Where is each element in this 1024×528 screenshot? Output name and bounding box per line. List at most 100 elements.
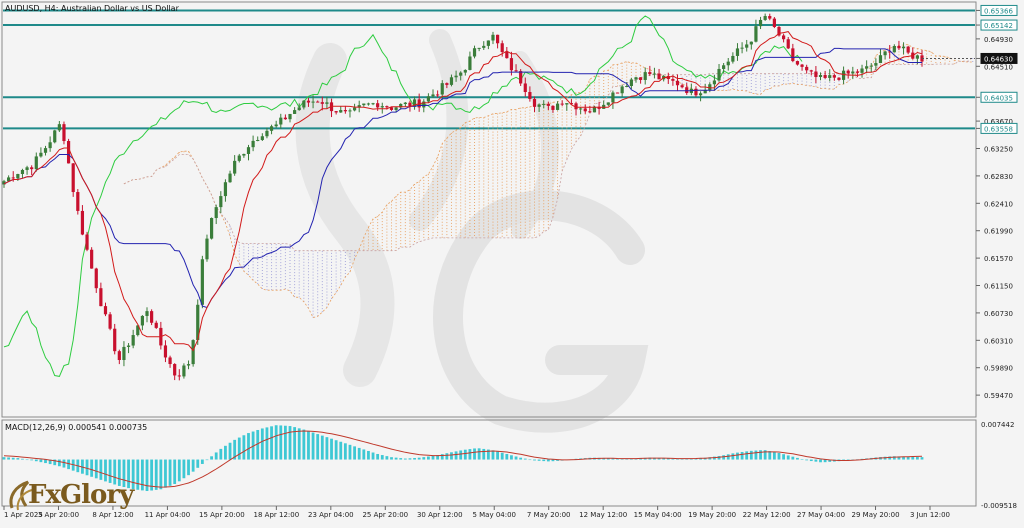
macd-histogram-bar [182, 459, 186, 479]
macd-histogram-bar [353, 446, 356, 460]
candle-body [579, 108, 583, 110]
candle-body [242, 153, 246, 156]
candle-body [380, 106, 384, 108]
candle-body [611, 92, 615, 103]
candle-body [625, 86, 629, 88]
macd-histogram-bar [371, 452, 375, 460]
candle-body [209, 218, 214, 239]
y-tick-label: 0.59890 [984, 365, 1013, 373]
x-tick-label: 5 May 04:00 [472, 511, 516, 519]
candle-body [463, 69, 467, 73]
candle-body [320, 102, 324, 104]
candle-body [726, 61, 730, 66]
candle-body [491, 34, 495, 41]
candle-body [883, 51, 887, 56]
candle-body [288, 113, 292, 120]
macd-histogram-bar [403, 458, 407, 460]
macd-histogram-bar [348, 444, 352, 460]
candle-body [113, 328, 117, 352]
macd-histogram-bar [330, 438, 333, 460]
candle-body [459, 72, 463, 76]
candle-body [505, 52, 509, 59]
x-tick-label: 3 Jun 12:00 [910, 511, 950, 519]
candle-body [675, 80, 680, 86]
macd-histogram-bar [343, 443, 347, 460]
candle-body [48, 142, 52, 149]
candle-body [62, 124, 66, 142]
macd-histogram-bar [159, 459, 163, 490]
candle-body [352, 107, 357, 111]
candle-body [140, 315, 144, 326]
macd-histogram-bar [500, 452, 504, 460]
candle-body [283, 117, 287, 120]
x-tick-label: 23 Apr 04:00 [308, 511, 354, 519]
macd-histogram-bar [270, 426, 273, 460]
candle-body [832, 75, 836, 78]
candle-body [551, 105, 555, 110]
candle-body [66, 141, 71, 164]
macd-histogram-bar [482, 448, 486, 460]
macd-histogram-bar [408, 458, 412, 460]
macd-histogram-bar [413, 457, 416, 460]
macd-histogram-bar [376, 453, 380, 460]
candle-body [20, 169, 25, 175]
candle-body [343, 110, 347, 112]
candle-body [117, 351, 121, 361]
macd-histogram-bar [380, 455, 384, 460]
candle-body [532, 98, 537, 107]
candle-body [874, 63, 878, 66]
candle-body [537, 104, 541, 107]
macd-histogram-bar [445, 453, 449, 460]
macd-histogram-bar [417, 457, 421, 460]
candle-body [588, 111, 592, 113]
x-tick-label: 29 May 20:00 [852, 511, 900, 519]
macd-histogram-bar [920, 457, 924, 460]
macd-histogram-bar [514, 456, 518, 460]
candle-body [246, 147, 251, 154]
candle-body [108, 314, 112, 329]
x-tick-label: 22 May 12:00 [743, 511, 791, 519]
macd-title: MACD(12,26,9) 0.000541 0.000735 [5, 423, 147, 432]
candle-body [76, 192, 80, 211]
macd-histogram-bar [39, 459, 43, 463]
candle-body [316, 101, 320, 103]
y-tick-label: 0.65366 [984, 7, 1013, 15]
candle-body [403, 102, 407, 104]
candle-body [768, 16, 772, 19]
candle-body [865, 66, 869, 69]
macd-histogram-bar [320, 435, 324, 460]
candle-body [606, 102, 610, 105]
macd-y-tick-label: -0.009518 [981, 502, 1017, 510]
candle-body [749, 41, 753, 45]
macd-histogram-bar [468, 449, 472, 460]
macd-histogram-bar [394, 457, 398, 460]
macd-histogram-bar [228, 442, 232, 460]
macd-histogram-bar [224, 445, 227, 460]
candle-body [823, 75, 827, 78]
candle-body [223, 182, 228, 197]
candle-body [519, 71, 523, 84]
macd-histogram-bar [422, 457, 426, 460]
macd-histogram-bar [177, 459, 181, 482]
candle-body [901, 46, 906, 49]
y-tick-label: 0.64035 [984, 94, 1013, 102]
macd-histogram-bar [542, 459, 546, 462]
macd-histogram-bar [491, 450, 495, 460]
macd-histogram-bar [44, 459, 47, 464]
chart-svg: 0.65366 0.65142 0.64930 0.646300.64510 0.640… [0, 0, 1024, 524]
macd-y-tick-label: 0.007442 [981, 421, 1014, 429]
candle-body [436, 94, 440, 96]
candle-body [546, 103, 550, 106]
candle-body [477, 47, 481, 49]
candle-body [237, 155, 241, 161]
candle-body [763, 16, 767, 20]
macd-histogram-bar [219, 448, 223, 460]
candle-body [145, 311, 149, 316]
macd-histogram-bar [214, 452, 218, 460]
x-tick-label: 18 Apr 12:00 [254, 511, 300, 519]
candle-body [855, 71, 860, 73]
macd-histogram-bar [796, 457, 799, 460]
macd-histogram-bar [200, 459, 204, 464]
macd-histogram-bar [740, 451, 744, 460]
candle-body [440, 83, 444, 95]
